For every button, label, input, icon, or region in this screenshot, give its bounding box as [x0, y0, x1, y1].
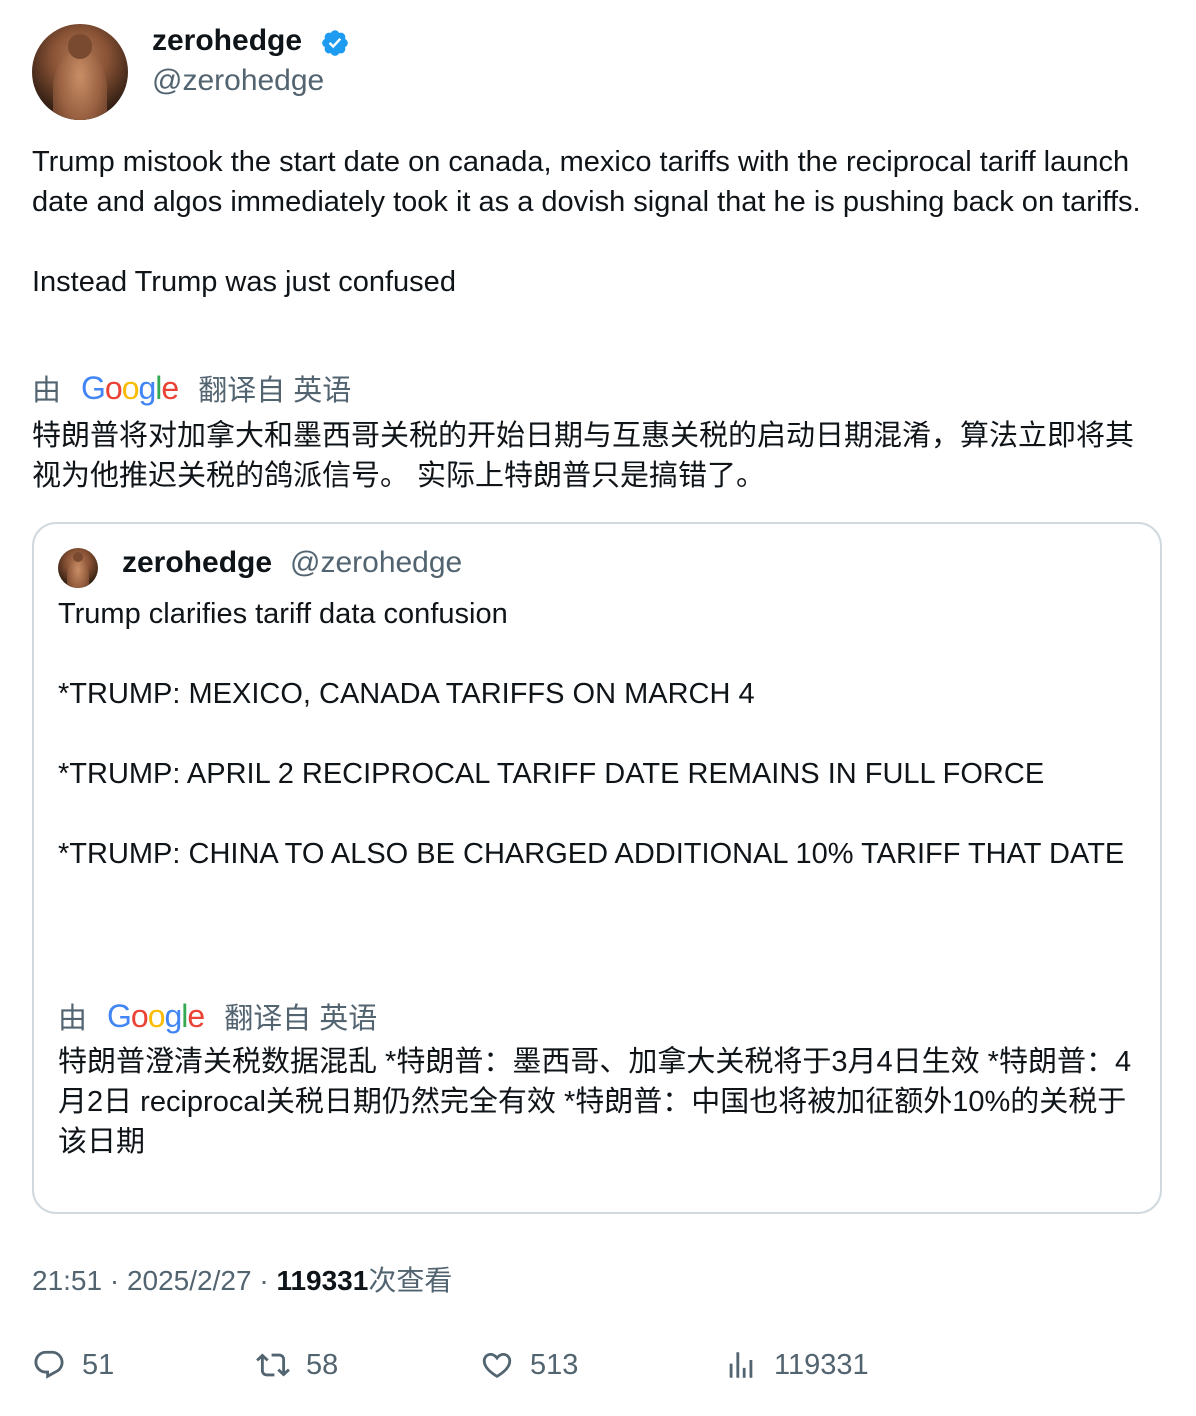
reply-icon [34, 1350, 64, 1379]
translated-by-google: 由 Google 翻译自 英语 [32, 366, 351, 410]
retweet-icon [256, 1353, 290, 1377]
google-logo-icon: Google [81, 369, 179, 406]
tweet-text: Trump mistook the start date on canada, … [32, 146, 1141, 298]
google-logo-icon: Google [107, 997, 205, 1034]
translation-prefix: 由 [32, 375, 62, 407]
translation-source-language: 翻译自 英语 [224, 1003, 378, 1035]
author-avatar[interactable] [32, 24, 128, 120]
retweet-button[interactable]: 58 [256, 1348, 338, 1382]
quoted-tweet-translation: 特朗普澄清关税数据混乱 *特朗普：墨西哥、加拿大关税将于3月4日生效 *特朗普：… [58, 1046, 1132, 1158]
views-bar-chart-icon [729, 1352, 753, 1378]
quoted-author-avatar[interactable] [58, 548, 98, 588]
quoted-translated-by-google: 由 Google 翻译自 英语 [58, 994, 377, 1038]
views-label: 次查看 [368, 1265, 453, 1296]
meta-separator: · [109, 1265, 120, 1296]
tweet-meta: 21:51 · 2025/2/27 · 119331次查看 [32, 1262, 452, 1300]
like-count: 513 [530, 1348, 579, 1381]
views-count: 119331 [276, 1265, 369, 1296]
views-count-action: 119331 [774, 1348, 869, 1381]
views-button[interactable]: 119331 [724, 1348, 869, 1382]
translation-prefix: 由 [58, 1003, 88, 1035]
reply-count: 51 [82, 1348, 115, 1381]
like-button[interactable]: 513 [480, 1348, 578, 1382]
tweet-translation: 特朗普将对加拿大和墨西哥关税的开始日期与互惠关税的启动日期混淆，算法立即将其视为… [32, 420, 1135, 492]
meta-separator: · [259, 1265, 269, 1296]
translation-source-language: 翻译自 英语 [198, 375, 352, 407]
quoted-author-display-name: zerohedge [122, 546, 273, 579]
heart-icon [482, 1352, 512, 1378]
verified-badge-icon [322, 30, 348, 56]
retweet-count: 58 [306, 1348, 339, 1381]
quoted-tweet-text: Trump clarifies tariff data confusion *T… [58, 598, 1125, 870]
tweet-time[interactable]: 21:51 [32, 1265, 102, 1296]
quoted-author-handle: @zerohedge [290, 546, 463, 579]
tweet-date[interactable]: 2025/2/27 [127, 1265, 252, 1296]
reply-button[interactable]: 51 [32, 1348, 114, 1382]
author-display-name[interactable]: zerohedge [152, 22, 302, 60]
author-handle[interactable]: @zerohedge [152, 62, 324, 100]
